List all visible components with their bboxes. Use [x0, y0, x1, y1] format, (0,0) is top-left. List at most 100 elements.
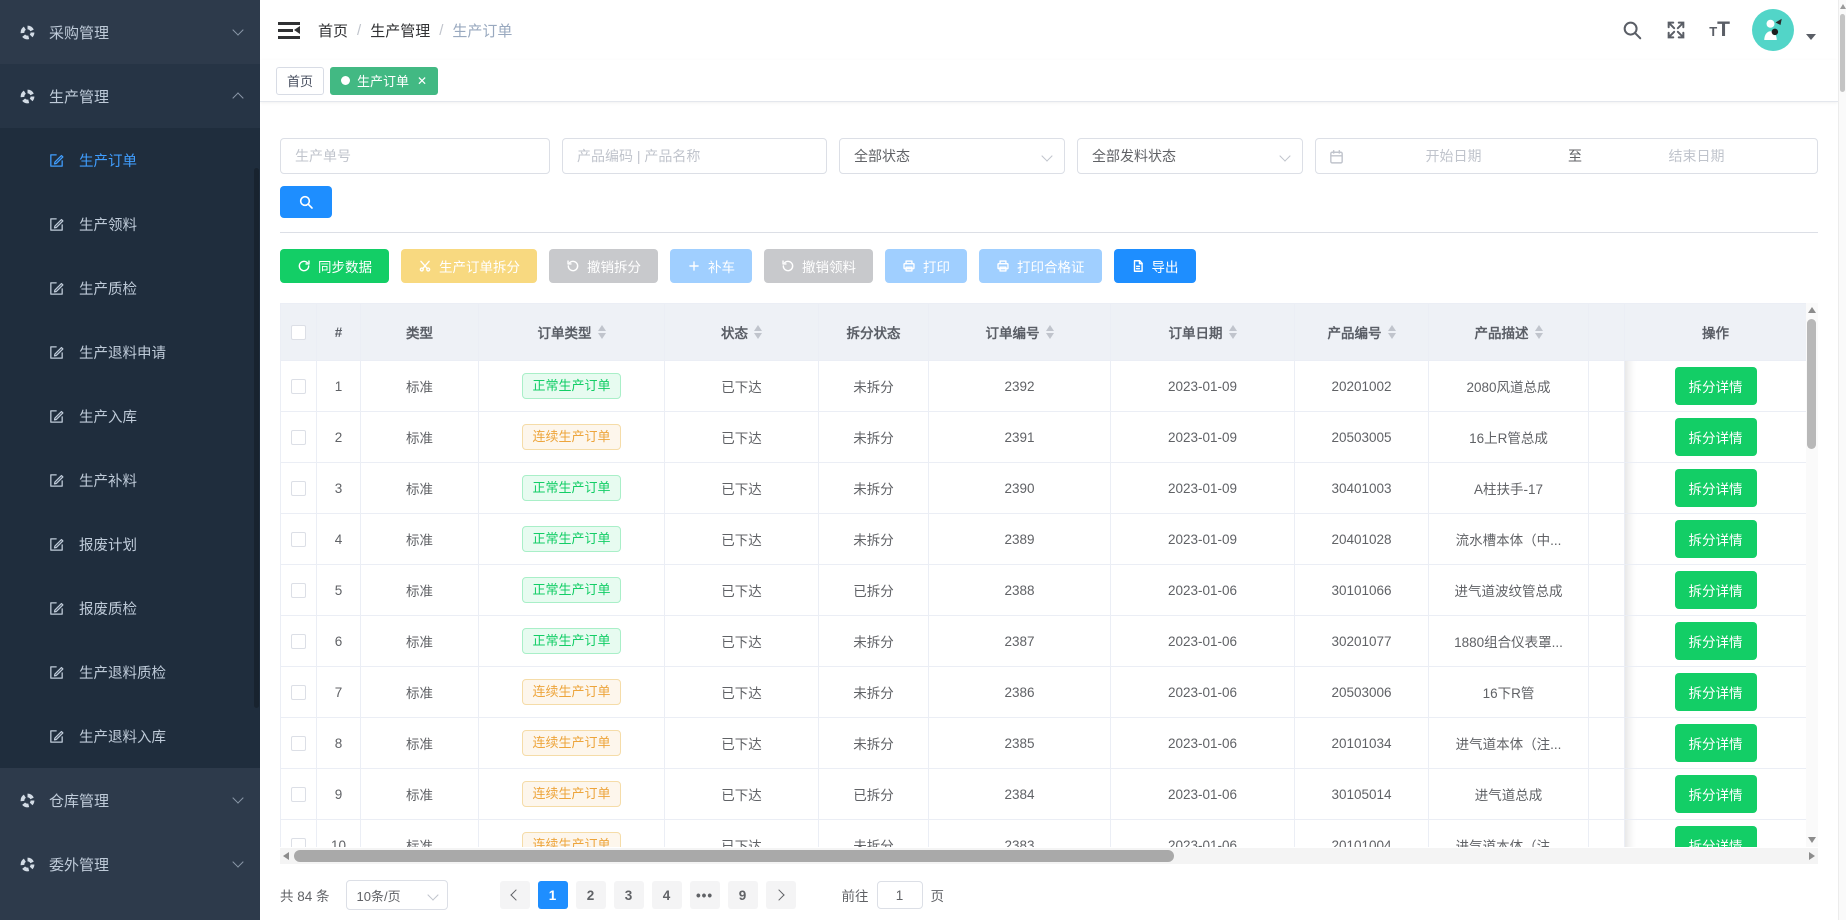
select-all-checkbox[interactable]: [291, 325, 306, 340]
sort-caret-icon[interactable]: [1229, 325, 1237, 339]
打印合格证-button[interactable]: 打印合格证: [979, 249, 1102, 283]
material-status-select[interactable]: 全部发料状态: [1077, 138, 1303, 174]
sort-caret-icon[interactable]: [598, 325, 606, 339]
page-button-2[interactable]: 2: [576, 881, 606, 909]
sidebar-scrollbar[interactable]: [254, 168, 259, 708]
打印-button[interactable]: 打印: [885, 249, 967, 283]
horizontal-scrollbar-thumb[interactable]: [294, 850, 1174, 862]
sort-caret-icon[interactable]: [1046, 325, 1054, 339]
order-type-tag: 连续生产订单: [522, 781, 620, 808]
sidebar-item-生产补料[interactable]: 生产补料: [0, 448, 260, 512]
table-horizontal-scrollbar[interactable]: [280, 848, 1818, 864]
page-size-value: 10条/页: [357, 886, 401, 905]
row-checkbox[interactable]: [291, 481, 306, 496]
split-detail-button[interactable]: 拆分详情: [1675, 775, 1757, 813]
scroll-up-arrow-icon[interactable]: [1840, 4, 1846, 9]
row-status: 已下达: [665, 616, 819, 667]
sort-caret-icon[interactable]: [754, 325, 762, 339]
row-checkbox-cell: [281, 718, 317, 769]
sidebar-item-生产质检[interactable]: 生产质检: [0, 256, 260, 320]
page-button-3[interactable]: 3: [614, 881, 644, 909]
search-button[interactable]: [280, 186, 332, 218]
page-size-select[interactable]: 10条/页: [346, 880, 448, 910]
vertical-scrollbar-thumb[interactable]: [1807, 319, 1816, 449]
导出-button[interactable]: 导出: [1114, 249, 1196, 283]
split-detail-button[interactable]: 拆分详情: [1675, 520, 1757, 558]
page-button-1[interactable]: 1: [538, 881, 568, 909]
fullscreen-icon[interactable]: [1665, 19, 1687, 41]
production-no-input[interactable]: [280, 138, 550, 174]
split-detail-button[interactable]: 拆分详情: [1675, 418, 1757, 456]
breadcrumb-home[interactable]: 首页: [318, 20, 348, 41]
row-checkbox[interactable]: [291, 787, 306, 802]
撤销拆分-button[interactable]: 撤销拆分: [549, 249, 658, 283]
row-checkbox[interactable]: [291, 838, 306, 847]
avatar[interactable]: [1752, 9, 1794, 51]
row-checkbox[interactable]: [291, 379, 306, 394]
row-checkbox[interactable]: [291, 532, 306, 547]
生产订单拆分-button[interactable]: 生产订单拆分: [401, 249, 537, 283]
window-scrollbar-thumb[interactable]: [1840, 14, 1845, 92]
row-checkbox[interactable]: [291, 430, 306, 445]
split-detail-button[interactable]: 拆分详情: [1675, 367, 1757, 405]
sidebar-item-报废质检[interactable]: 报废质检: [0, 576, 260, 640]
tab-首页[interactable]: 首页: [276, 67, 324, 95]
scroll-down-arrow-icon[interactable]: [1808, 837, 1816, 843]
font-size-icon[interactable]: [1709, 18, 1730, 42]
tab-生产订单[interactable]: 生产订单: [330, 67, 438, 95]
product-search-input[interactable]: [562, 138, 827, 174]
row-type: 标准: [361, 616, 479, 667]
row-order-no: 2387: [929, 616, 1111, 667]
table-vertical-scrollbar[interactable]: [1806, 303, 1818, 847]
sidebar-item-委外管理[interactable]: 委外管理: [0, 832, 260, 896]
scroll-left-arrow-icon[interactable]: [283, 852, 289, 860]
sidebar-collapse-icon[interactable]: [278, 22, 300, 39]
撤销领料-button[interactable]: 撤销领料: [764, 249, 873, 283]
split-detail-button[interactable]: 拆分详情: [1675, 622, 1757, 660]
tab-close-icon[interactable]: [417, 75, 427, 87]
row-index: 9: [317, 769, 361, 820]
sidebar-item-生产领料[interactable]: 生产领料: [0, 192, 260, 256]
sidebar-item-生产入库[interactable]: 生产入库: [0, 384, 260, 448]
split-detail-button[interactable]: 拆分详情: [1675, 571, 1757, 609]
goto-page-input[interactable]: [877, 881, 923, 909]
split-detail-button[interactable]: 拆分详情: [1675, 724, 1757, 762]
split-detail-button[interactable]: 拆分详情: [1675, 469, 1757, 507]
next-page-button[interactable]: [766, 881, 796, 909]
sidebar-item-生产退料入库[interactable]: 生产退料入库: [0, 704, 260, 768]
row-split-status: 已拆分: [819, 565, 929, 616]
user-menu-caret-icon[interactable]: [1806, 34, 1816, 40]
sidebar-item-生产退料质检[interactable]: 生产退料质检: [0, 640, 260, 704]
status-select[interactable]: 全部状态: [839, 138, 1065, 174]
breadcrumb-production[interactable]: 生产管理: [370, 20, 430, 41]
row-checkbox[interactable]: [291, 736, 306, 751]
sidebar-item-生产退料申请[interactable]: 生产退料申请: [0, 320, 260, 384]
scroll-up-arrow-icon[interactable]: [1808, 307, 1816, 313]
page-button-4[interactable]: 4: [652, 881, 682, 909]
scroll-right-arrow-icon[interactable]: [1809, 852, 1815, 860]
split-detail-button[interactable]: 拆分详情: [1675, 826, 1757, 847]
row-status: 已下达: [665, 412, 819, 463]
sidebar-menu: 采购管理生产管理生产订单生产领料生产质检生产退料申请生产入库生产补料报废计划报废…: [0, 0, 260, 896]
row-checkbox[interactable]: [291, 583, 306, 598]
split-detail-button[interactable]: 拆分详情: [1675, 673, 1757, 711]
sidebar-item-生产管理[interactable]: 生产管理: [0, 64, 260, 128]
page-more-button[interactable]: •••: [690, 881, 720, 909]
row-checkbox[interactable]: [291, 634, 306, 649]
window-scrollbar[interactable]: [1838, 0, 1846, 920]
sort-caret-icon[interactable]: [1535, 325, 1543, 339]
sidebar-item-生产订单[interactable]: 生产订单: [0, 128, 260, 192]
sidebar-item-报废计划[interactable]: 报废计划: [0, 512, 260, 576]
sidebar-item-采购管理[interactable]: 采购管理: [0, 0, 260, 64]
sort-caret-icon[interactable]: [1388, 325, 1396, 339]
补车-button[interactable]: 补车: [670, 249, 752, 283]
previous-page-button[interactable]: [500, 881, 530, 909]
row-checkbox[interactable]: [291, 685, 306, 700]
search-icon[interactable]: [1621, 19, 1643, 41]
sidebar-item-仓库管理[interactable]: 仓库管理: [0, 768, 260, 832]
row-product-desc: A柱扶手-17: [1429, 463, 1589, 514]
undo-icon: [566, 259, 580, 273]
同步数据-button[interactable]: 同步数据: [280, 249, 389, 283]
date-range-picker[interactable]: 开始日期 至 结束日期: [1315, 138, 1818, 174]
page-button-9[interactable]: 9: [728, 881, 758, 909]
